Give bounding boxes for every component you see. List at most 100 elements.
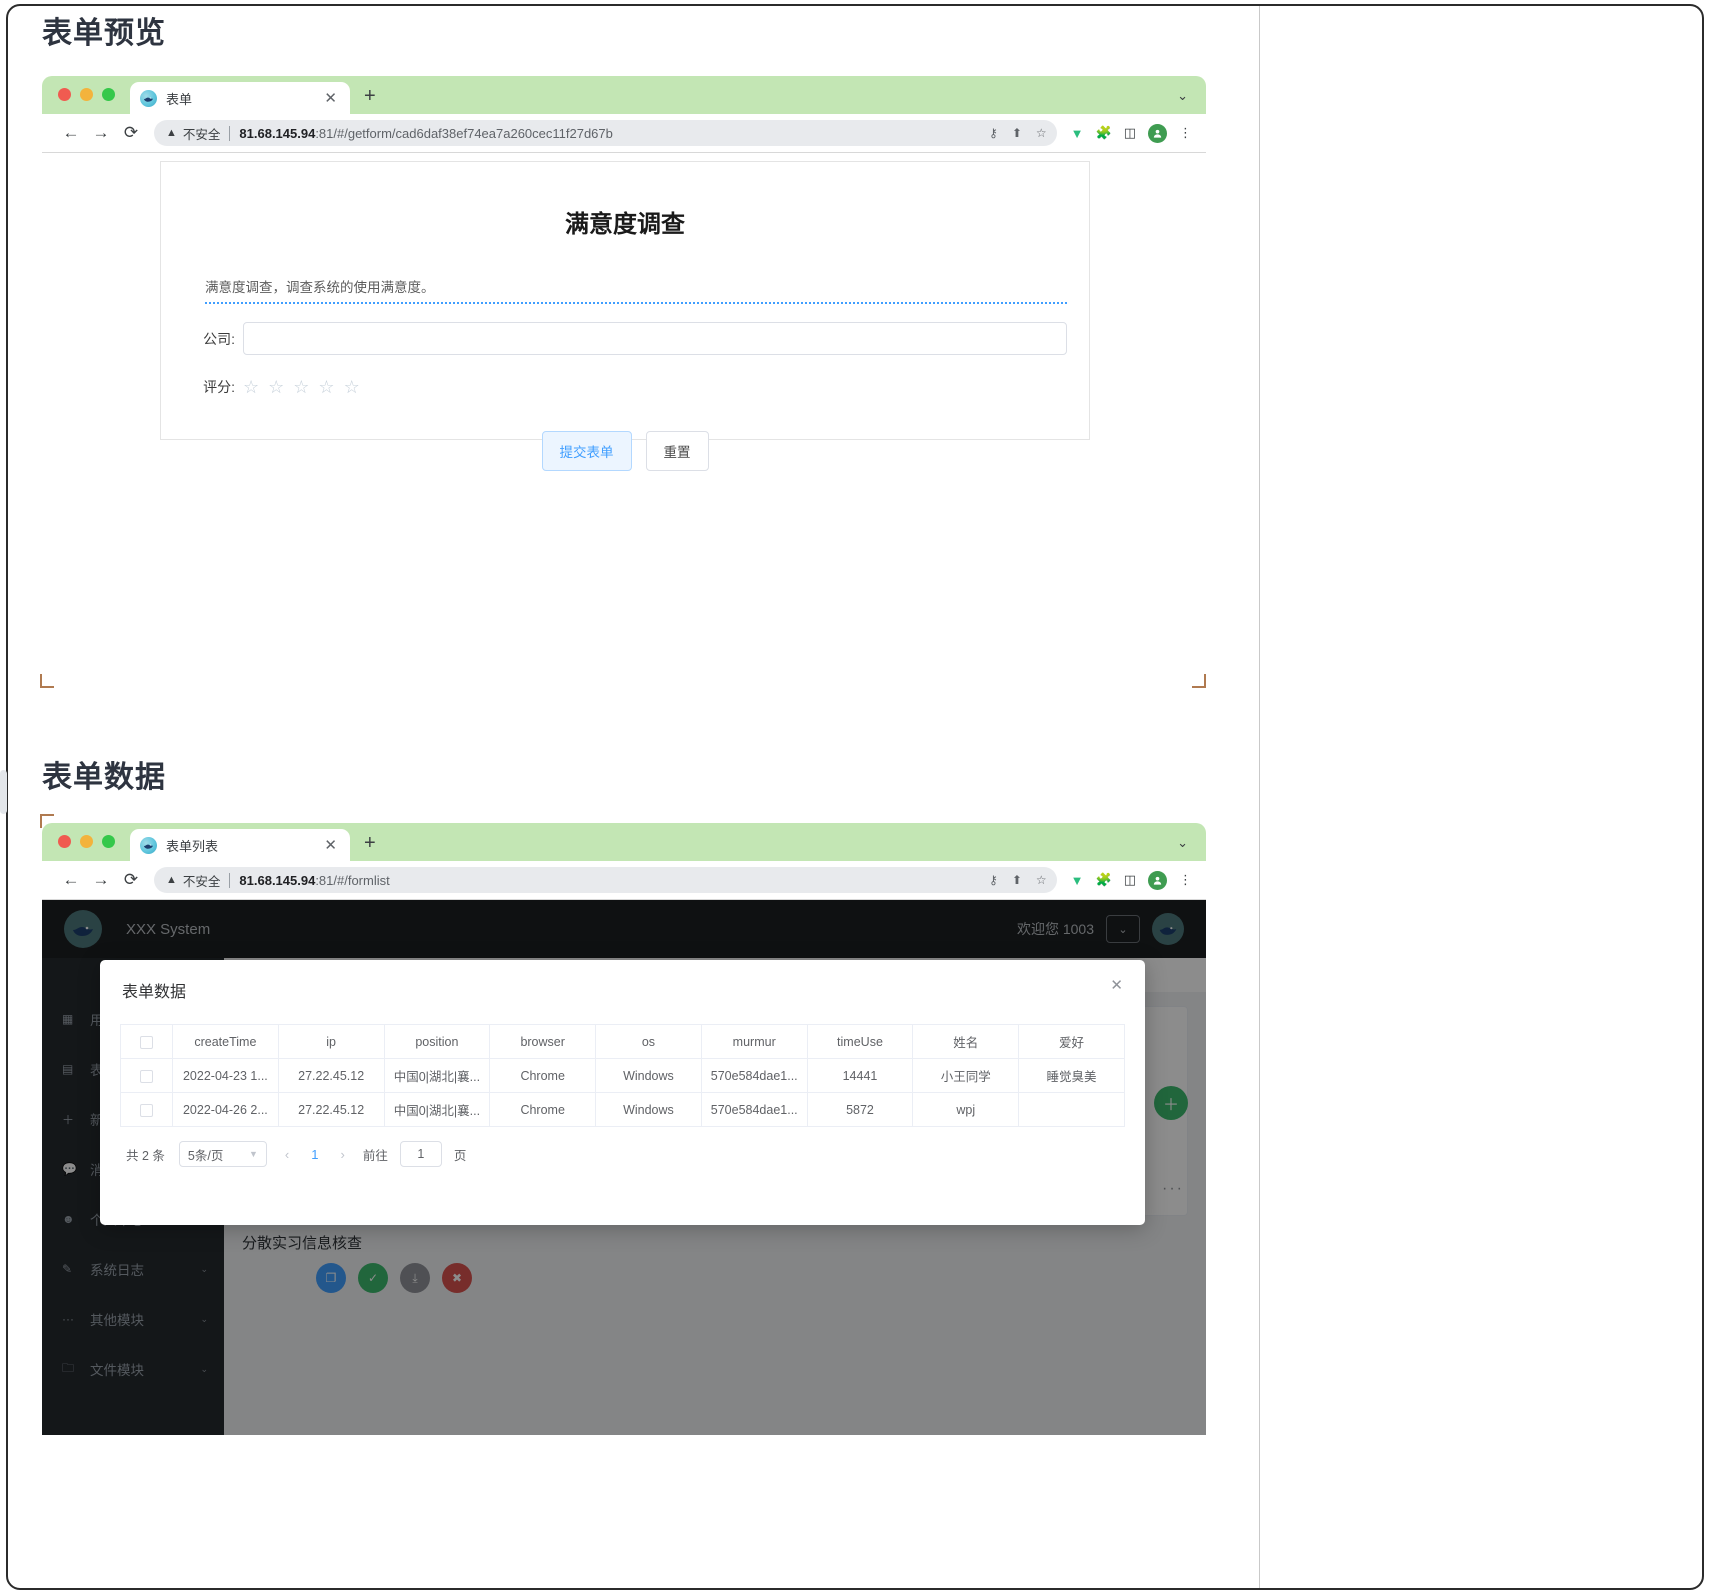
reset-form-button[interactable]: 重置 — [646, 431, 709, 471]
star-icon-5[interactable]: ☆ — [344, 378, 360, 396]
browser1-extension-icons: ▼ 🧩 ◫ ⋮ — [1071, 124, 1192, 143]
form-preview-page: 满意度调查 满意度调查，调查系统的使用满意度。 公司: 评分: ☆ ☆ ☆ ☆ … — [42, 153, 1206, 691]
reload-icon-2[interactable]: ⟳ — [116, 870, 146, 890]
rating-label: 评分: — [183, 377, 235, 397]
section-heading-preview: 表单预览 — [42, 8, 166, 52]
close-window-icon-2[interactable] — [58, 835, 71, 848]
v-extension-icon[interactable]: ▼ — [1071, 126, 1084, 141]
v-extension-icon-2[interactable]: ▼ — [1071, 873, 1084, 888]
security-warning-text: 不安全 — [183, 124, 221, 143]
company-input[interactable] — [243, 322, 1067, 355]
row-0-os: Windows — [596, 1059, 702, 1093]
pagination-prev-icon[interactable]: ‹ — [279, 1147, 295, 1162]
form-row-rating: 评分: ☆ ☆ ☆ ☆ ☆ — [161, 377, 1089, 397]
pagination-page-1[interactable]: 1 — [307, 1147, 322, 1162]
browser1-toolbar: ← → ⟳ ▲ 不安全 81.68.145.94:81/#/getform/ca… — [42, 114, 1206, 152]
browser-window-form-list: 表单列表 ✕ + ⌄ ← → ⟳ ▲ 不安全 81.68.145.94:81/#… — [42, 823, 1206, 1435]
omnibox-action-icons-2: ⚷ ⬆ ☆ — [989, 873, 1047, 887]
table-pagination: 共 2 条 5条/页 ▼ ‹ 1 › 前往 1 页 — [120, 1127, 1125, 1167]
omnibox-divider-2 — [229, 873, 230, 888]
browser1-address-bar[interactable]: ▲ 不安全 81.68.145.94:81/#/getform/cad6daf3… — [154, 120, 1057, 146]
window-traffic-lights[interactable] — [58, 88, 115, 101]
back-icon[interactable]: ← — [56, 123, 86, 143]
row-1-os: Windows — [596, 1093, 702, 1127]
rating-stars[interactable]: ☆ ☆ ☆ ☆ ☆ — [243, 378, 360, 396]
modal-title: 表单数据 — [122, 978, 1110, 1002]
form-row-company: 公司: — [161, 322, 1089, 355]
browser2-tab-list-chevron-icon[interactable]: ⌄ — [1177, 835, 1188, 851]
browser2-tab-close-icon[interactable]: ✕ — [321, 836, 340, 855]
row-0-timeUse: 14441 — [807, 1059, 913, 1093]
browser2-url: 81.68.145.94:81/#/formlist — [239, 873, 389, 888]
forward-icon[interactable]: → — [86, 123, 116, 143]
table-row[interactable]: 2022-04-26 2... 27.22.45.12 中国0|湖北|襄... … — [121, 1093, 1125, 1127]
form-data-modal: 表单数据 ✕ createTime ip positi — [100, 960, 1145, 1225]
row-1-position: 中国0|湖北|襄... — [384, 1093, 490, 1127]
select-all-header[interactable] — [121, 1025, 173, 1059]
browser1-tab-close-icon[interactable]: ✕ — [321, 89, 340, 108]
browser1-tab-list-chevron-icon[interactable]: ⌄ — [1177, 88, 1188, 104]
forward-icon-2[interactable]: → — [86, 870, 116, 890]
star-icon[interactable]: ☆ — [1036, 126, 1047, 140]
profile-avatar-icon[interactable] — [1148, 124, 1167, 143]
browser1-tab[interactable]: 表单 ✕ — [130, 82, 350, 114]
close-window-icon[interactable] — [58, 88, 71, 101]
share-icon[interactable]: ⬆ — [1012, 126, 1022, 140]
puzzle-icon-2[interactable]: 🧩 — [1096, 872, 1112, 888]
page-size-select[interactable]: 5条/页 ▼ — [179, 1141, 267, 1167]
puzzle-icon[interactable]: 🧩 — [1096, 125, 1112, 141]
browser1-url: 81.68.145.94:81/#/getform/cad6daf38ef74e… — [239, 126, 612, 141]
row-checkbox-0[interactable] — [140, 1070, 153, 1083]
pagination-jump-input[interactable]: 1 — [400, 1141, 442, 1167]
back-icon-2[interactable]: ← — [56, 870, 86, 890]
pagination-jump-prefix: 前往 — [363, 1145, 388, 1164]
share-icon-2[interactable]: ⬆ — [1012, 873, 1022, 887]
star-icon-4[interactable]: ☆ — [318, 378, 334, 396]
window-traffic-lights-2[interactable] — [58, 835, 115, 848]
profile-avatar-icon-2[interactable] — [1148, 871, 1167, 890]
select-all-checkbox[interactable] — [140, 1036, 153, 1049]
browser2-tab[interactable]: 表单列表 ✕ — [130, 829, 350, 861]
col-os: os — [596, 1025, 702, 1059]
row-0-browser: Chrome — [490, 1059, 596, 1093]
menu-kebab-icon[interactable]: ⋮ — [1179, 125, 1192, 141]
browser2-new-tab-icon[interactable]: + — [364, 833, 376, 853]
row-1-murmur: 570e584dae1... — [701, 1093, 807, 1127]
table-header-row: createTime ip position browser os murmur… — [121, 1025, 1125, 1059]
browser1-url-host: 81.68.145.94 — [239, 126, 315, 141]
key-icon-2[interactable]: ⚷ — [989, 873, 998, 887]
star-icon-2[interactable]: ☆ — [1036, 873, 1047, 887]
reload-icon[interactable]: ⟳ — [116, 123, 146, 143]
key-icon[interactable]: ⚷ — [989, 126, 998, 140]
browser2-toolbar: ← → ⟳ ▲ 不安全 81.68.145.94:81/#/formlist ⚷… — [42, 861, 1206, 899]
form-list-page: XXX System 欢迎您 1003 ⌄ ||| ▦ 用户管理 — [42, 900, 1206, 1435]
star-icon-1[interactable]: ☆ — [243, 378, 259, 396]
star-icon-2[interactable]: ☆ — [268, 378, 284, 396]
browser2-url-path: :81/#/formlist — [315, 873, 389, 888]
maximize-window-icon-2[interactable] — [102, 835, 115, 848]
modal-close-icon[interactable]: ✕ — [1110, 978, 1123, 993]
minimize-window-icon[interactable] — [80, 88, 93, 101]
row-1-hobby — [1019, 1093, 1125, 1127]
submit-form-button[interactable]: 提交表单 — [542, 431, 632, 471]
row-checkbox-1[interactable] — [140, 1104, 153, 1117]
browser2-address-bar[interactable]: ▲ 不安全 81.68.145.94:81/#/formlist ⚷ ⬆ ☆ — [154, 867, 1057, 893]
browser1-new-tab-icon[interactable]: + — [364, 86, 376, 106]
star-icon-3[interactable]: ☆ — [293, 378, 309, 396]
row-1-checkbox-cell[interactable] — [121, 1093, 173, 1127]
browser-window-form-preview: 表单 ✕ + ⌄ ← → ⟳ ▲ 不安全 81.68.145.94:81/#/g… — [42, 76, 1206, 690]
table-row[interactable]: 2022-04-23 1... 27.22.45.12 中国0|湖北|襄... … — [121, 1059, 1125, 1093]
row-1-name: wpj — [913, 1093, 1019, 1127]
form-actions: 提交表单 重置 — [161, 431, 1089, 471]
maximize-window-icon[interactable] — [102, 88, 115, 101]
sidepanel-icon-2[interactable]: ◫ — [1124, 872, 1136, 888]
crop-mark-bottom-right — [1192, 674, 1206, 688]
browser1-url-path: :81/#/getform/cad6daf38ef74ea7a260cec11f… — [315, 126, 613, 141]
row-0-checkbox-cell[interactable] — [121, 1059, 173, 1093]
menu-kebab-icon-2[interactable]: ⋮ — [1179, 872, 1192, 888]
minimize-window-icon-2[interactable] — [80, 835, 93, 848]
row-1-ip: 27.22.45.12 — [278, 1093, 384, 1127]
sidepanel-icon[interactable]: ◫ — [1124, 125, 1136, 141]
company-label: 公司: — [183, 329, 235, 349]
pagination-next-icon[interactable]: › — [334, 1147, 350, 1162]
